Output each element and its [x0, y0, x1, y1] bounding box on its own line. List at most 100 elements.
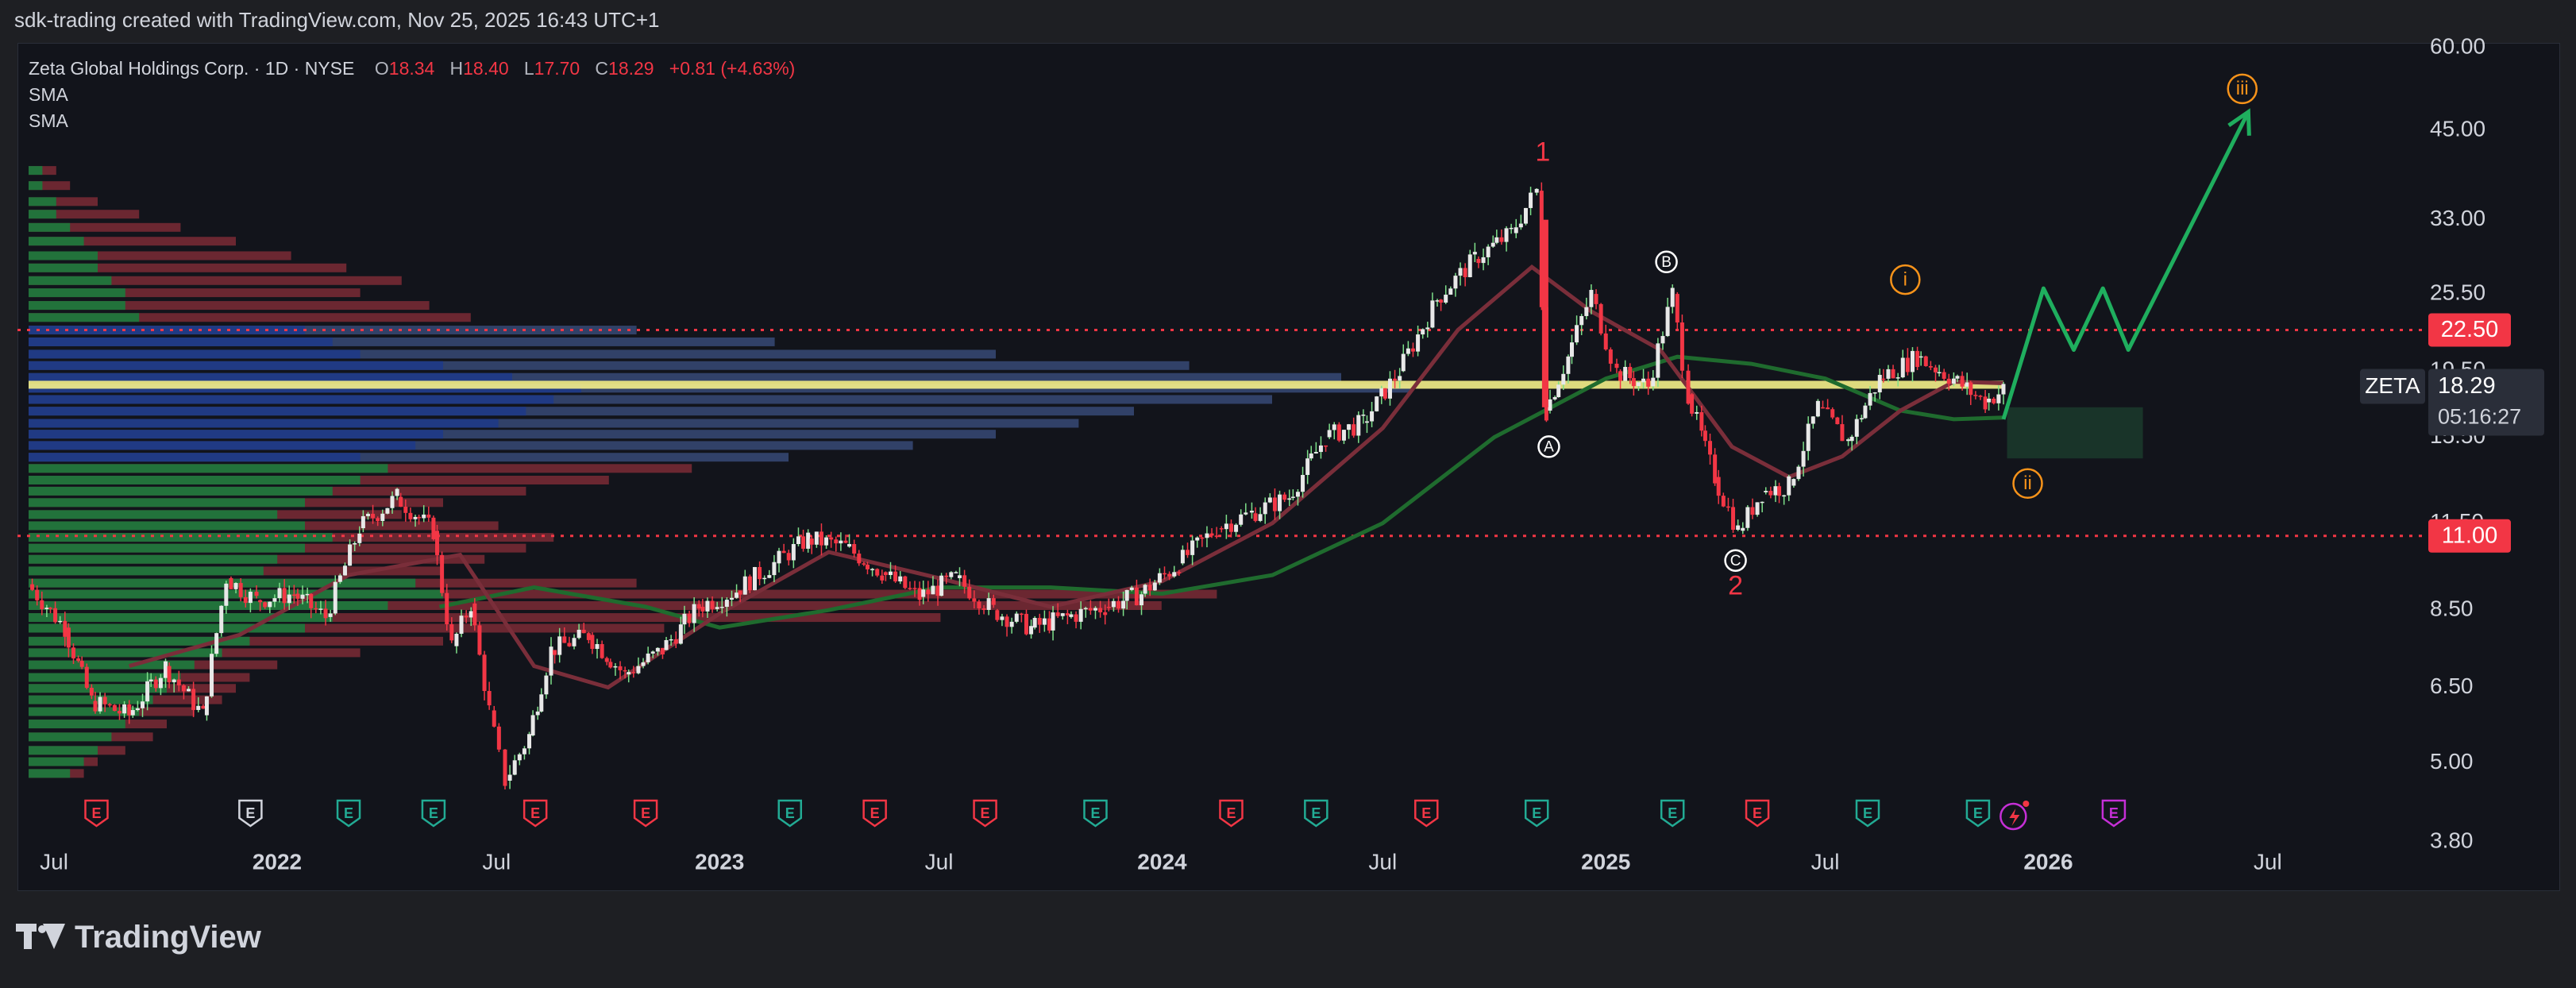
volume-profile-bar-up: [29, 419, 499, 428]
y-tick-label: 33.00: [2430, 206, 2485, 230]
candle-body: [323, 608, 328, 619]
candle-body: [390, 496, 395, 508]
candle-body: [1444, 295, 1448, 303]
candle-body: [1614, 363, 1619, 369]
candle-body: [148, 679, 153, 681]
tradingview-logo[interactable]: TradingView: [16, 920, 261, 955]
candle-body: [687, 613, 692, 623]
candle-body: [1946, 378, 1951, 384]
candle-body: [1258, 514, 1263, 521]
candle-body: [472, 603, 477, 626]
candle-body: [1088, 608, 1093, 611]
candle-body: [422, 514, 426, 519]
candle-body: [852, 544, 857, 554]
volume-profile-bar-up: [29, 578, 416, 588]
candle-body: [1891, 369, 1895, 379]
candle-body: [399, 496, 403, 508]
candle-body: [781, 550, 786, 554]
candle-body: [1336, 424, 1341, 441]
x-tick-label: 2023: [695, 849, 744, 874]
candle-body: [181, 685, 186, 692]
candle-body: [1157, 573, 1162, 583]
candle-body: [1915, 350, 1920, 368]
earnings-marker-label: E: [91, 805, 101, 821]
candle-body: [1458, 268, 1463, 276]
candle-body: [824, 537, 829, 546]
candle-body: [40, 600, 44, 609]
volume-profile-bar-up: [29, 498, 305, 508]
volume-profile-bar-up: [29, 210, 56, 219]
volume-profile-bar-up: [29, 349, 361, 359]
volume-profile-bar-up: [29, 533, 333, 542]
candle-body: [431, 517, 436, 539]
candle-body: [1282, 494, 1287, 500]
candle-body: [243, 596, 248, 604]
candle-body: [839, 540, 843, 544]
candle-body: [1690, 394, 1695, 414]
candle-body: [1305, 458, 1310, 475]
candle-body: [1877, 375, 1882, 393]
indicator-sma-1[interactable]: SMA: [29, 82, 795, 108]
candle-body: [912, 588, 917, 589]
candle-body: [1410, 348, 1415, 352]
candle-body: [112, 704, 117, 712]
candle-body: [1361, 415, 1366, 416]
candle-body: [1278, 494, 1282, 511]
earnings-marker-label: E: [429, 805, 438, 821]
candle-body: [1032, 618, 1037, 628]
candle-body: [1699, 411, 1704, 431]
candle-body: [1177, 572, 1182, 573]
high-label: H: [449, 58, 464, 79]
candle-body: [158, 677, 163, 689]
candle-body: [939, 575, 944, 596]
candle-body: [63, 620, 67, 637]
candle-body: [408, 512, 413, 519]
price-chart[interactable]: 1ABC2iiiiiiE E E E E E E E E E E E E E E E E E EJul 2022 Jul…: [0, 0, 2576, 988]
candle-body: [328, 613, 333, 617]
symbol-tag-text: ZETA: [2365, 373, 2420, 398]
candle-body: [204, 696, 209, 716]
candle-body: [1594, 294, 1598, 304]
candle-body: [464, 616, 469, 618]
volume-profile-bar-up: [29, 361, 443, 370]
volume-profile-bar-up: [29, 166, 43, 176]
candle-body: [1750, 507, 1755, 515]
wave-label-i: i: [1903, 268, 1907, 290]
candle-body: [1541, 219, 1548, 407]
candle-body: [1234, 524, 1239, 532]
candle-body: [79, 661, 84, 667]
candle-body: [1116, 600, 1120, 609]
candle-body: [305, 593, 310, 596]
candle-body: [2001, 384, 2006, 395]
candle-body: [1928, 365, 1933, 368]
candle-body: [618, 666, 623, 670]
candle-body: [469, 611, 473, 618]
indicator-sma-2[interactable]: SMA: [29, 108, 795, 134]
volume-profile-bar-up: [29, 372, 512, 382]
candle-body: [1534, 188, 1539, 193]
candle-body: [1313, 452, 1318, 453]
candle-body: [1499, 237, 1504, 242]
candle-body: [1686, 370, 1691, 404]
candle-body: [967, 586, 972, 599]
candle-body: [1978, 396, 1983, 397]
close-label: C: [595, 58, 609, 79]
symbol-title[interactable]: Zeta Global Holdings Corp. · 1D · NYSE: [29, 58, 354, 79]
candle-body: [385, 508, 390, 514]
candle-body: [767, 575, 772, 578]
candle-body: [1523, 207, 1528, 224]
chart-legend: Zeta Global Holdings Corp. · 1D · NYSE O…: [29, 56, 795, 134]
candle-body: [1111, 600, 1116, 608]
candle-body: [577, 629, 581, 639]
candle-body: [1791, 479, 1796, 486]
candle-body: [395, 488, 399, 496]
candle-body: [1651, 377, 1656, 387]
candle-body: [600, 643, 604, 658]
candle-body: [233, 583, 238, 589]
candle-body: [1024, 613, 1028, 635]
candle-body: [1476, 258, 1481, 264]
candle-body: [413, 516, 418, 519]
candle-body: [1755, 502, 1760, 515]
candle-body: [1382, 388, 1387, 399]
candle-body: [1919, 356, 1923, 358]
